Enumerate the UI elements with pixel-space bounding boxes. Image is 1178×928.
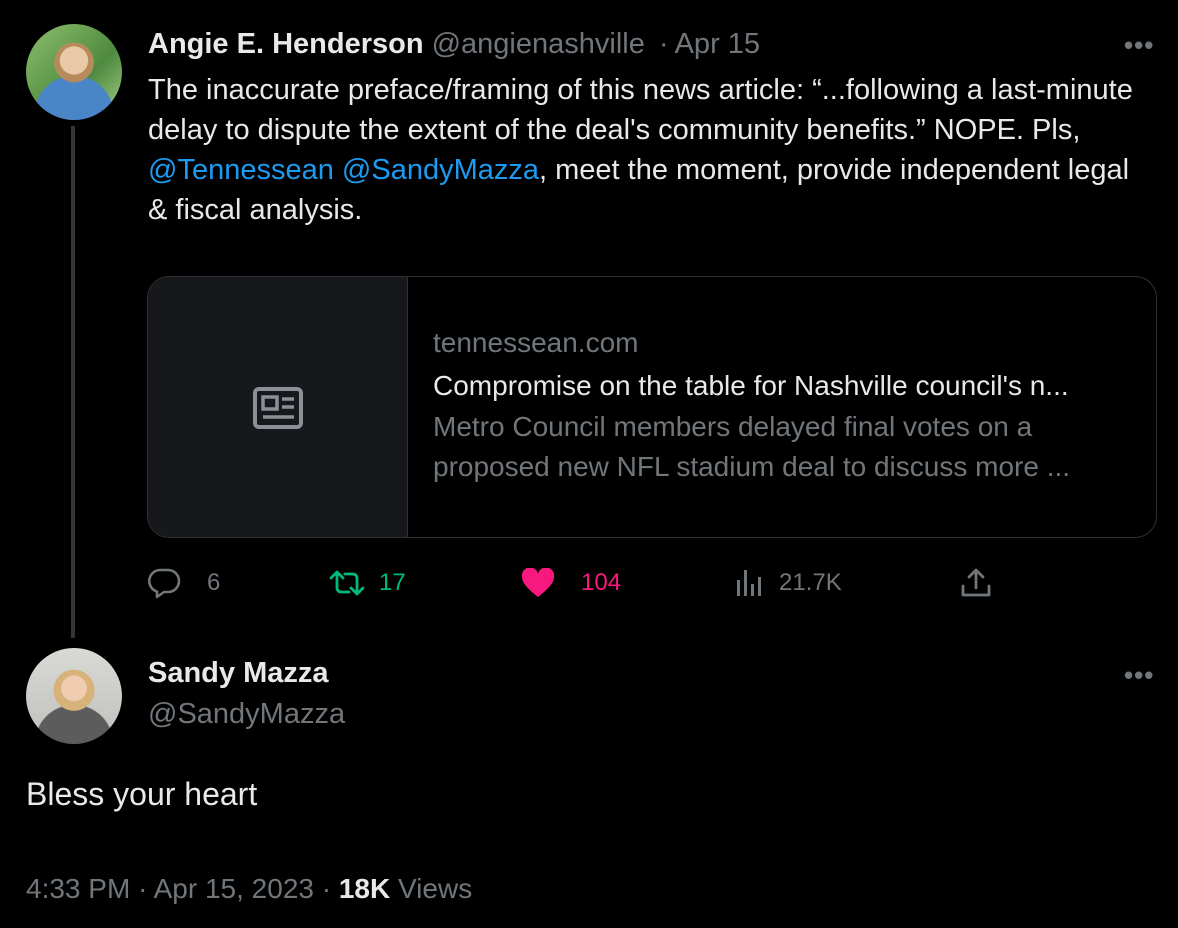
tweet1-date[interactable]: Apr 15 bbox=[675, 28, 760, 60]
header-separator: · bbox=[658, 28, 669, 60]
reply-count: 6 bbox=[207, 569, 221, 596]
card-description: Metro Council members delayed final vote… bbox=[433, 411, 1071, 482]
mention-sandymazza[interactable]: @SandyMazza bbox=[342, 154, 539, 186]
tweet2-date[interactable]: Apr 15, 2023 bbox=[154, 873, 314, 904]
card-body: tennessean.com Compromise on the table f… bbox=[433, 325, 1143, 487]
tweet2-time[interactable]: 4:33 PM bbox=[26, 873, 130, 904]
tweet1-text-part1: The inaccurate preface/framing of this n… bbox=[148, 74, 1133, 146]
retweet-icon bbox=[329, 570, 365, 596]
views-count: 21.7K bbox=[779, 569, 842, 596]
tweet1-header: Angie E. Henderson @angienashville · Apr … bbox=[148, 28, 760, 61]
like-count: 104 bbox=[581, 569, 622, 596]
tweet2-meta: 4:33 PM · Apr 15, 2023 · 18K Views bbox=[26, 873, 472, 905]
mention-tennessean[interactable]: @Tennessean bbox=[148, 154, 334, 186]
avatar-angie-henderson[interactable] bbox=[26, 24, 122, 120]
card-title: Compromise on the table for Nashville co… bbox=[433, 370, 1069, 401]
views-icon bbox=[737, 570, 761, 596]
tweet2-views-label: Views bbox=[398, 873, 473, 904]
tweet2-author-handle[interactable]: @SandyMazza bbox=[148, 698, 345, 731]
more-icon[interactable]: ••• bbox=[1124, 660, 1154, 691]
tweet1-author-handle[interactable]: @angienashville bbox=[432, 28, 645, 60]
tweet2-views-count: 18K bbox=[338, 873, 391, 904]
thread-connector-line bbox=[71, 126, 75, 638]
link-preview-card[interactable]: tennessean.com Compromise on the table f… bbox=[147, 276, 1157, 538]
share-icon bbox=[961, 568, 991, 597]
like-icon bbox=[521, 568, 555, 597]
share-button[interactable] bbox=[960, 563, 992, 603]
reply-icon bbox=[148, 568, 181, 599]
card-domain: tennessean.com bbox=[433, 327, 639, 358]
meta-separator: · bbox=[321, 873, 332, 904]
card-media-placeholder bbox=[148, 277, 408, 537]
more-icon[interactable]: ••• bbox=[1124, 30, 1154, 61]
tweet2-text: Bless your heart bbox=[26, 776, 258, 812]
tweet1-author-name[interactable]: Angie E. Henderson bbox=[148, 28, 424, 60]
news-article-icon bbox=[253, 387, 303, 429]
tweet1-text: The inaccurate preface/framing of this n… bbox=[148, 70, 1138, 230]
retweet-button[interactable]: 17 bbox=[329, 563, 406, 603]
views-button[interactable]: 21.7K bbox=[735, 563, 842, 603]
avatar-sandy-mazza[interactable] bbox=[26, 648, 122, 744]
like-button[interactable]: 104 bbox=[521, 563, 621, 603]
reply-button[interactable]: 6 bbox=[147, 563, 220, 603]
meta-separator: · bbox=[138, 873, 148, 904]
retweet-count: 17 bbox=[379, 569, 406, 596]
tweet2-author-name[interactable]: Sandy Mazza bbox=[148, 657, 329, 690]
